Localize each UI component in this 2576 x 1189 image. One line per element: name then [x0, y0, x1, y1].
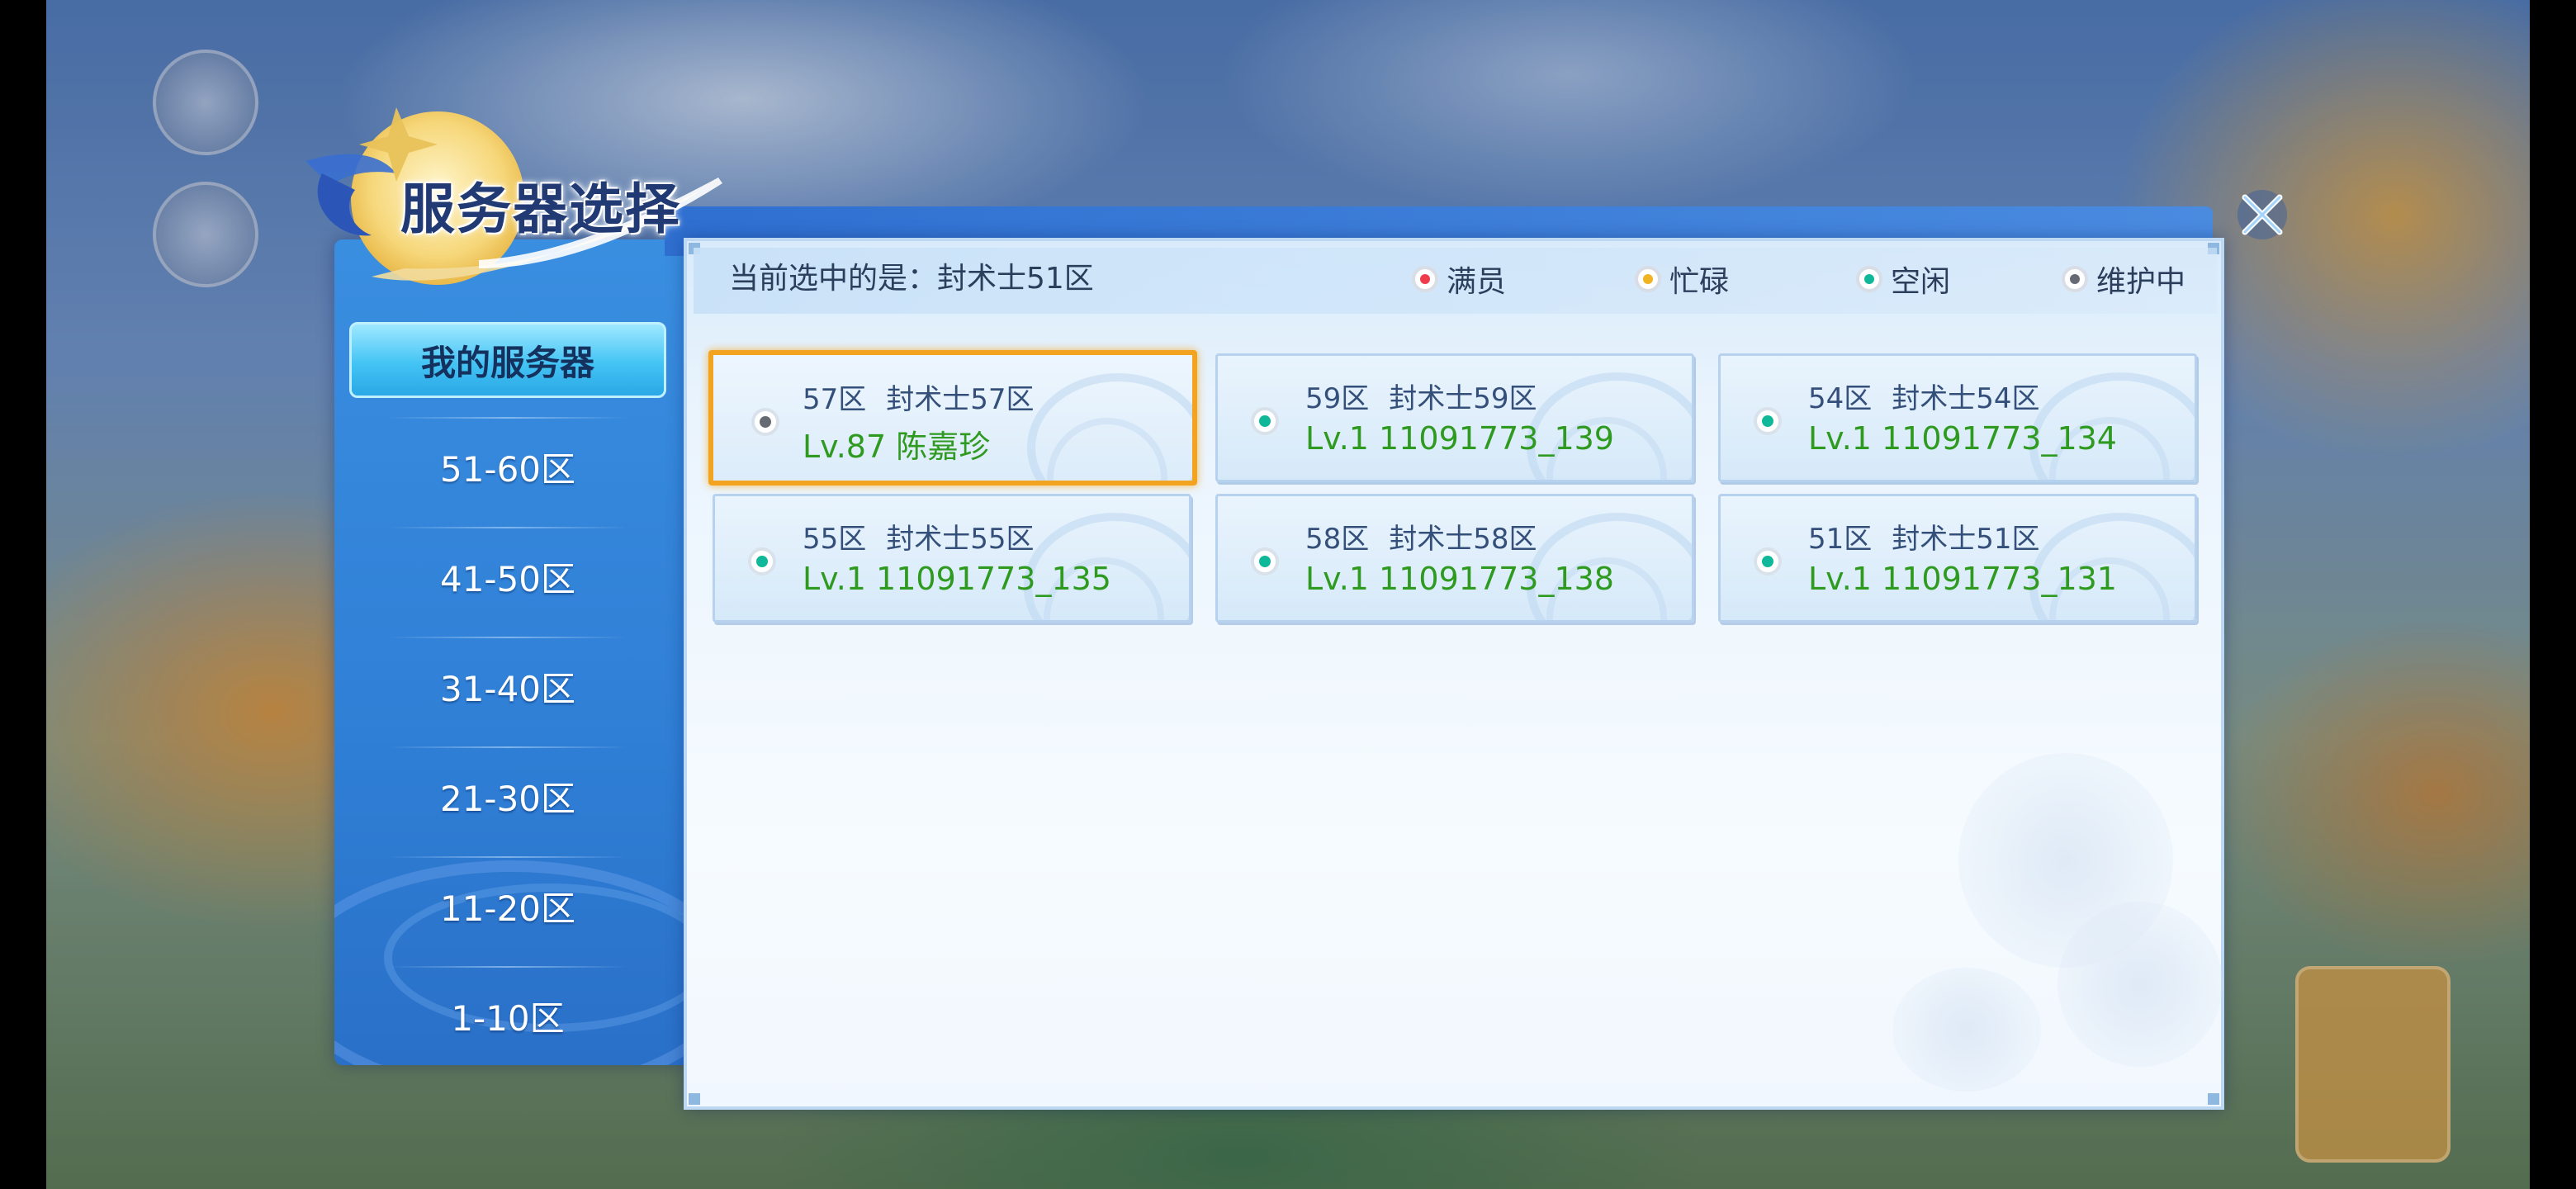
status-dot-icon: [1856, 266, 1882, 292]
character-info: Lv.1 11091773_134: [1808, 420, 2117, 457]
tab-range-21-30[interactable]: 21-30区: [349, 759, 666, 833]
character-info: Lv.1 11091773_135: [803, 561, 1111, 597]
corner-ornament: [689, 1093, 700, 1105]
tab-divider: [388, 966, 627, 968]
letterbox-left: [0, 0, 46, 1189]
character-info: Lv.87 陈嘉珍: [803, 429, 991, 465]
legend-label: 维护中: [2096, 265, 2186, 299]
current-selection-label: 当前选中的是：封术士51区: [729, 262, 1094, 296]
server-card[interactable]: 51区 封术士51区 Lv.1 11091773_131: [1718, 494, 2197, 623]
server-zone: 59区: [1305, 382, 1370, 415]
tab-divider: [388, 417, 627, 419]
server-card[interactable]: 54区 封术士54区 Lv.1 11091773_134: [1718, 353, 2197, 482]
server-name: 51区 封术士51区: [1808, 516, 2040, 557]
tab-range-51-60[interactable]: 51-60区: [349, 429, 666, 504]
server-name: 59区 封术士59区: [1305, 376, 1537, 416]
server-zone: 55区: [803, 523, 867, 556]
letterbox-right: [2530, 0, 2576, 1189]
legend-label: 忙碌: [1669, 265, 1730, 299]
tab-divider: [388, 527, 627, 528]
tab-divider: [388, 637, 627, 638]
status-dot-icon: [1754, 547, 1782, 576]
status-dot-icon: [1754, 407, 1782, 435]
server-name: 58区 封术士58区: [1305, 516, 1537, 557]
server-name: 57区 封术士57区: [803, 377, 1035, 417]
server-title: 封术士58区: [1389, 523, 1537, 556]
status-dot-icon: [1635, 266, 1661, 292]
status-dot-icon: [751, 408, 779, 436]
tab-divider: [388, 746, 627, 748]
server-zone: 54区: [1808, 382, 1873, 415]
server-name: 55区 封术士55区: [803, 516, 1035, 557]
legend-label: 空闲: [1891, 265, 1951, 299]
server-title: 封术士55区: [886, 523, 1035, 556]
status-dot-icon: [1251, 407, 1279, 435]
legend-maintenance: 维护中: [2062, 258, 2185, 301]
server-title: 封术士57区: [886, 383, 1035, 416]
status-dot-icon: [1251, 547, 1279, 576]
dialog-title: 服务器选择: [400, 177, 681, 241]
status-dot-icon: [2062, 266, 2088, 292]
server-card[interactable]: 57区 封术士57区 Lv.87 陈嘉珍: [708, 350, 1197, 486]
corner-ornament: [2208, 1093, 2219, 1105]
flower-decoration: [2057, 902, 2223, 1067]
legend-idle: 空闲: [1856, 258, 1950, 301]
close-icon[interactable]: [2233, 186, 2291, 244]
tab-range-1-10[interactable]: 1-10区: [349, 978, 666, 1053]
tab-my-servers[interactable]: 我的服务器: [349, 322, 666, 398]
server-title: 封术士51区: [1892, 523, 2040, 556]
tab-range-11-20[interactable]: 11-20区: [349, 869, 666, 943]
flower-decoration: [1892, 968, 2041, 1092]
tab-range-31-40[interactable]: 31-40区: [349, 649, 666, 723]
server-zone: 58区: [1305, 523, 1370, 556]
legend-label: 满员: [1447, 265, 1507, 299]
server-zone: 51区: [1808, 523, 1873, 556]
character-info: Lv.1 11091773_139: [1305, 420, 1614, 457]
server-name: 54区 封术士54区: [1808, 376, 2040, 416]
status-dot-icon: [748, 547, 776, 576]
legend-busy: 忙碌: [1635, 258, 1729, 301]
tab-divider: [388, 856, 627, 858]
server-card[interactable]: 58区 封术士58区 Lv.1 11091773_138: [1215, 494, 1694, 623]
server-card[interactable]: 55区 封术士55区 Lv.1 11091773_135: [713, 494, 1191, 623]
server-title: 封术士59区: [1389, 382, 1537, 415]
character-info: Lv.1 11091773_131: [1808, 561, 2117, 597]
server-zone: 57区: [803, 383, 867, 416]
character-info: Lv.1 11091773_138: [1305, 561, 1614, 597]
server-title: 封术士54区: [1892, 382, 2040, 415]
status-dot-icon: [1412, 266, 1438, 292]
legend-full: 满员: [1412, 258, 1506, 301]
server-card[interactable]: 59区 封术士59区 Lv.1 11091773_139: [1215, 353, 1694, 482]
tab-range-41-50[interactable]: 41-50区: [349, 539, 666, 613]
